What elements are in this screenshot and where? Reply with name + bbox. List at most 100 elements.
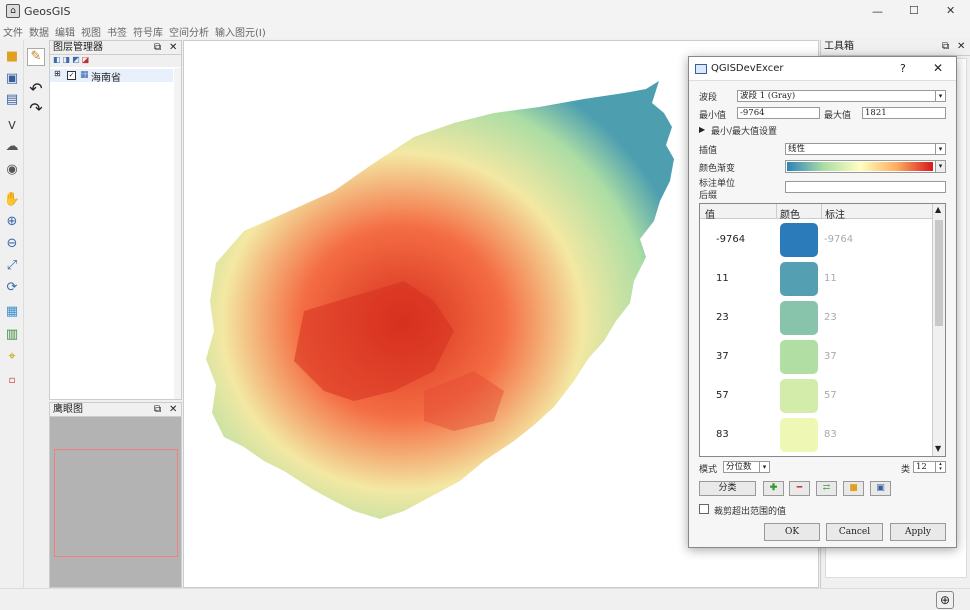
row-value[interactable]: 37 xyxy=(716,351,729,362)
table-row[interactable]: 37 37 xyxy=(700,338,940,377)
float-panel-icon[interactable]: ⧉ xyxy=(942,40,949,54)
row-value[interactable]: -9764 xyxy=(716,234,745,245)
collapse-all-icon[interactable]: ◩ xyxy=(72,55,82,64)
column-header-label[interactable]: 标注 xyxy=(825,206,845,221)
table-scrollbar[interactable]: ▲ ▼ xyxy=(932,204,945,456)
cancel-button[interactable]: Cancel xyxy=(826,523,883,541)
row-label[interactable]: 23 xyxy=(824,312,837,323)
row-color-swatch[interactable] xyxy=(780,223,818,257)
scroll-up-icon[interactable]: ▲ xyxy=(935,205,941,214)
open-colormap-icon[interactable]: ■ xyxy=(843,481,864,496)
edit-pencil-icon[interactable]: ✎ xyxy=(27,48,45,66)
close-panel-icon[interactable]: ✕ xyxy=(957,40,965,54)
add-group-icon[interactable]: ◧ xyxy=(53,55,63,64)
band-select[interactable]: 波段 1 (Gray) ▾ xyxy=(737,90,946,102)
menu-bookmarks[interactable]: 书签 xyxy=(107,24,127,39)
color-ramp-select[interactable]: ▾ xyxy=(785,160,946,173)
apply-button[interactable]: Apply xyxy=(890,523,946,541)
vector-layer-icon[interactable]: V xyxy=(3,117,21,135)
stepper-icon[interactable]: ▴ ▾ xyxy=(935,462,945,472)
table-row[interactable]: -9764 -9764 xyxy=(700,221,940,260)
table-row[interactable]: 23 23 xyxy=(700,299,940,338)
row-label[interactable]: 57 xyxy=(824,390,837,401)
row-label[interactable]: -9764 xyxy=(824,234,853,245)
menu-data[interactable]: 数据 xyxy=(29,24,49,39)
float-panel-icon[interactable]: ⧉ xyxy=(154,41,161,55)
row-label[interactable]: 37 xyxy=(824,351,837,362)
column-header-color[interactable]: 颜色 xyxy=(780,206,800,221)
unit-suffix-input[interactable] xyxy=(785,181,946,193)
attribute-table-icon[interactable]: ▥ xyxy=(3,326,21,344)
zoom-extent-icon[interactable]: ⤢ xyxy=(3,257,21,275)
row-label[interactable]: 11 xyxy=(824,273,837,284)
app-icon: ⌂ xyxy=(6,4,20,18)
clip-checkbox[interactable] xyxy=(699,504,709,514)
float-panel-icon[interactable]: ⧉ xyxy=(154,403,161,417)
scroll-down-icon[interactable]: ▼ xyxy=(935,444,941,453)
overview-extent-rect[interactable] xyxy=(54,449,178,557)
remove-layer-icon[interactable]: ◪ xyxy=(82,55,92,64)
row-value[interactable]: 23 xyxy=(716,312,729,323)
min-value-input[interactable]: -9764 xyxy=(737,107,820,119)
row-color-swatch[interactable] xyxy=(780,418,818,452)
mode-select[interactable]: 分位数 ▾ xyxy=(723,461,770,473)
close-panel-icon[interactable]: ✕ xyxy=(169,403,177,417)
table-row[interactable]: 83 83 xyxy=(700,416,940,455)
row-color-swatch[interactable] xyxy=(780,379,818,413)
menu-symbols[interactable]: 符号库 xyxy=(133,24,163,39)
row-color-swatch[interactable] xyxy=(780,301,818,335)
expand-all-icon[interactable]: ◨ xyxy=(63,55,73,64)
maximize-button[interactable]: ☐ xyxy=(909,4,919,17)
row-value[interactable]: 83 xyxy=(716,429,729,440)
layer-visibility-checkbox[interactable]: ✓ xyxy=(67,71,76,80)
help-button[interactable]: ? xyxy=(900,62,906,75)
marker-icon[interactable]: ⌖ xyxy=(3,348,21,366)
layer-panel-scrollbar[interactable] xyxy=(174,68,181,399)
expand-arrow-icon[interactable]: ▶ xyxy=(699,125,705,134)
remove-entry-icon[interactable]: ━ xyxy=(789,481,810,496)
save-icon[interactable]: ▣ xyxy=(3,70,21,88)
menu-input-feature[interactable]: 输入图元(I) xyxy=(215,24,266,39)
pan-hand-icon[interactable]: ✋ xyxy=(3,191,21,209)
expand-arrow-icon[interactable]: ⊞ xyxy=(54,69,61,78)
zoom-out-icon[interactable]: ⊖ xyxy=(3,235,21,253)
coordinate-system-icon[interactable]: ⊕ xyxy=(936,591,954,609)
row-label[interactable]: 83 xyxy=(824,429,837,440)
minimize-button[interactable]: — xyxy=(872,5,883,18)
open-folder-icon[interactable]: ■ xyxy=(3,48,21,66)
table-row[interactable]: 57 57 xyxy=(700,377,940,416)
zoom-in-icon[interactable]: ⊕ xyxy=(3,213,21,231)
ok-button[interactable]: OK xyxy=(764,523,820,541)
save-as-icon[interactable]: ▤ xyxy=(3,91,21,109)
menu-file[interactable]: 文件 xyxy=(3,24,23,39)
menu-spatial-analysis[interactable]: 空间分析 xyxy=(169,24,209,39)
close-panel-icon[interactable]: ✕ xyxy=(169,41,177,55)
swap-colors-icon[interactable]: ⇄ xyxy=(816,481,837,496)
row-value[interactable]: 57 xyxy=(716,390,729,401)
row-color-swatch[interactable] xyxy=(780,262,818,296)
refresh-map-icon[interactable]: ⟳ xyxy=(3,279,21,297)
cloud-layer-icon[interactable]: ☁ xyxy=(3,138,21,156)
row-color-swatch[interactable] xyxy=(780,340,818,374)
table-row[interactable]: 11 11 xyxy=(700,260,940,299)
undo-icon[interactable]: ↶ xyxy=(27,80,45,98)
redo-icon[interactable]: ↷ xyxy=(27,100,45,118)
identify-icon[interactable]: ▦ xyxy=(3,303,21,321)
scrollbar-thumb[interactable] xyxy=(935,220,943,326)
column-header-value[interactable]: 值 xyxy=(705,206,715,221)
add-entry-icon[interactable]: ✚ xyxy=(763,481,784,496)
dialog-close-button[interactable]: ✕ xyxy=(933,61,943,75)
menu-view[interactable]: 视图 xyxy=(81,24,101,39)
interpolation-select[interactable]: 线性 ▾ xyxy=(785,143,946,155)
close-button[interactable]: ✕ xyxy=(946,4,955,17)
minmax-settings-toggle[interactable]: 最小/最大值设置 xyxy=(711,124,777,137)
classes-spinbox[interactable]: 12 ▴ ▾ xyxy=(913,461,946,473)
classify-button[interactable]: 分类 xyxy=(699,481,756,496)
raster-layer-icon[interactable]: ◉ xyxy=(3,161,21,179)
select-feature-icon[interactable]: ▫ xyxy=(3,372,21,390)
save-colormap-icon[interactable]: ▣ xyxy=(870,481,891,496)
menu-edit[interactable]: 编辑 xyxy=(55,24,75,39)
max-value-input[interactable]: 1821 xyxy=(862,107,946,119)
row-value[interactable]: 11 xyxy=(716,273,729,284)
layer-tree-item[interactable]: ⊞ ✓ ▦ 海南省 xyxy=(50,69,173,84)
